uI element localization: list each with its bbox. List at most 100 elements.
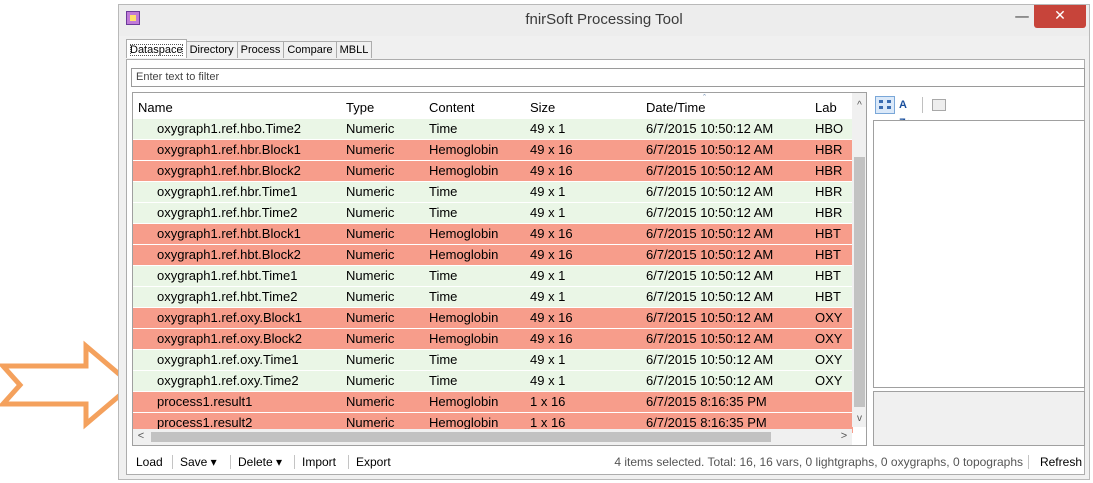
table-row[interactable]: oxygraph1.ref.oxy.Time1 Numeric Time 49 x 1… (133, 350, 853, 371)
minimize-button[interactable]: — (1009, 5, 1035, 28)
vertical-scrollbar[interactable]: ^ v (852, 93, 866, 427)
table-row[interactable]: oxygraph1.ref.hbt.Time2 Numeric Time 49 x 1… (133, 287, 853, 308)
cell-name: oxygraph1.ref.oxy.Time1 (157, 352, 299, 367)
scroll-left-icon[interactable]: < (133, 429, 149, 445)
toolbar-divider (922, 97, 923, 113)
close-button[interactable]: ✕ (1034, 5, 1086, 28)
column-header-size[interactable]: Size (530, 100, 555, 115)
cell-type: Numeric (346, 121, 395, 136)
title-bar[interactable]: fnirSoft Processing Tool — ☐ ✕ (119, 5, 1089, 36)
cell-datetime: 6/7/2015 10:50:12 AM (646, 121, 774, 136)
cell-size: 49 x 16 (530, 226, 573, 241)
load-button[interactable]: Load (136, 455, 163, 469)
horizontal-scrollbar[interactable]: < > (133, 429, 852, 445)
cell-datetime: 6/7/2015 10:50:12 AM (646, 289, 774, 304)
horizontal-scroll-thumb[interactable] (151, 432, 771, 442)
cell-name: oxygraph1.ref.oxy.Time2 (157, 373, 299, 388)
table-row[interactable]: oxygraph1.ref.hbr.Time2 Numeric Time 49 x 1… (133, 203, 853, 224)
table-row[interactable]: oxygraph1.ref.hbo.Time2 Numeric Time 49 x 1… (133, 119, 853, 140)
cell-type: Numeric (346, 352, 395, 367)
tab-process[interactable]: Process (236, 41, 285, 58)
tab-strip: Dataspace Directory Process Compare MBLL (126, 39, 373, 59)
table-row[interactable]: process1.result1 Numeric Hemoglobin 1 x 16 6… (133, 392, 853, 413)
export-button[interactable]: Export (356, 455, 391, 469)
column-header-type[interactable]: Type (346, 100, 374, 115)
tab-mbll[interactable]: MBLL (335, 41, 373, 58)
scroll-down-icon[interactable]: v (852, 410, 866, 427)
table-row[interactable]: oxygraph1.ref.hbt.Block2 Numeric Hemoglobi… (133, 245, 853, 266)
property-pages-icon[interactable] (929, 96, 949, 114)
column-header-name[interactable]: Name (138, 100, 173, 115)
refresh-button[interactable]: Refresh (1040, 455, 1082, 469)
cell-size: 1 x 16 (530, 415, 566, 430)
cell-type: Numeric (346, 184, 395, 199)
bottom-toolbar: Load Save ▾ Delete ▾ Import Export 4 ite… (132, 451, 1085, 473)
cell-name: oxygraph1.ref.hbt.Time1 (157, 268, 298, 283)
vertical-scroll-thumb[interactable] (854, 157, 865, 407)
cell-datetime: 6/7/2015 10:50:12 AM (646, 163, 774, 178)
import-button[interactable]: Import (302, 455, 336, 469)
property-description-pane (873, 391, 1085, 446)
cell-datetime: 6/7/2015 10:50:12 AM (646, 226, 774, 241)
cell-content: Time (429, 289, 458, 304)
cell-type: Numeric (346, 289, 395, 304)
cell-size: 49 x 16 (530, 310, 573, 325)
table-row[interactable]: oxygraph1.ref.oxy.Block1 Numeric Hemoglobi… (133, 308, 853, 329)
cell-size: 49 x 16 (530, 331, 573, 346)
column-header-content[interactable]: Content (429, 100, 475, 115)
status-text: 4 items selected. Total: 16, 16 vars, 0 … (614, 455, 1023, 469)
scroll-up-icon[interactable]: ^ (852, 97, 866, 114)
scroll-right-icon[interactable]: > (836, 429, 852, 445)
cell-name: oxygraph1.ref.hbr.Time1 (157, 184, 298, 199)
cell-size: 49 x 16 (530, 247, 573, 262)
window-title: fnirSoft Processing Tool (525, 11, 683, 28)
categorized-view-icon[interactable] (875, 96, 895, 114)
cell-content: Hemoglobin (429, 331, 499, 346)
column-header-datetime[interactable]: Date/Time (646, 100, 705, 115)
tab-dataspace[interactable]: Dataspace (126, 39, 187, 58)
table-row[interactable]: oxygraph1.ref.hbr.Block1 Numeric Hemoglobi… (133, 140, 853, 161)
cell-size: 49 x 1 (530, 289, 566, 304)
cell-content: Time (429, 373, 458, 388)
alphabetical-sort-icon[interactable]: A Z↓ (899, 96, 919, 129)
cell-size: 49 x 1 (530, 352, 566, 367)
filter-input[interactable]: Enter text to filter (131, 68, 1085, 87)
cell-lab: OXY (815, 352, 843, 367)
cell-name: process1.result1 (157, 394, 253, 409)
variables-table[interactable]: Name Type Content Size Date/Time ˆ Lab o… (132, 92, 867, 446)
sort-ascending-icon: ˆ (703, 93, 706, 103)
toolbar-divider (1028, 455, 1029, 469)
cell-content: Hemoglobin (429, 247, 499, 262)
table-row[interactable]: oxygraph1.ref.oxy.Time2 Numeric Time 49 x 1… (133, 371, 853, 392)
property-grid[interactable] (873, 120, 1085, 388)
cell-size: 49 x 16 (530, 163, 573, 178)
cell-datetime: 6/7/2015 10:50:12 AM (646, 310, 774, 325)
save-dropdown-button[interactable]: Save ▾ (180, 455, 217, 469)
cell-name: oxygraph1.ref.oxy.Block2 (157, 331, 302, 346)
cell-lab: HBT (815, 268, 841, 283)
delete-dropdown-button[interactable]: Delete ▾ (238, 455, 282, 469)
table-row[interactable]: oxygraph1.ref.oxy.Block2 Numeric Hemoglobi… (133, 329, 853, 350)
table-body: oxygraph1.ref.hbo.Time2 Numeric Time 49 x 1… (133, 119, 853, 434)
tab-directory[interactable]: Directory (185, 41, 238, 58)
cell-datetime: 6/7/2015 10:50:12 AM (646, 142, 774, 157)
table-row[interactable]: oxygraph1.ref.hbr.Block2 Numeric Hemoglobi… (133, 161, 853, 182)
cell-content: Hemoglobin (429, 142, 499, 157)
cell-size: 49 x 1 (530, 205, 566, 220)
cell-content: Time (429, 184, 458, 199)
cell-datetime: 6/7/2015 10:50:12 AM (646, 268, 774, 283)
cell-size: 49 x 1 (530, 184, 566, 199)
table-row[interactable]: oxygraph1.ref.hbt.Block1 Numeric Hemoglobi… (133, 224, 853, 245)
cell-lab: HBR (815, 142, 843, 157)
cell-lab: HBR (815, 184, 843, 199)
table-row[interactable]: oxygraph1.ref.hbr.Time1 Numeric Time 49 x 1… (133, 182, 853, 203)
tab-compare[interactable]: Compare (283, 41, 337, 58)
cell-name: oxygraph1.ref.hbo.Time2 (157, 121, 302, 136)
cell-datetime: 6/7/2015 8:16:35 PM (646, 394, 767, 409)
cell-name: oxygraph1.ref.hbt.Block2 (157, 247, 301, 262)
cell-size: 49 x 1 (530, 121, 566, 136)
column-header-lab[interactable]: Lab (815, 100, 837, 115)
cell-size: 49 x 1 (530, 373, 566, 388)
cell-lab: HBO (815, 121, 844, 136)
table-row[interactable]: oxygraph1.ref.hbt.Time1 Numeric Time 49 x 1… (133, 266, 853, 287)
